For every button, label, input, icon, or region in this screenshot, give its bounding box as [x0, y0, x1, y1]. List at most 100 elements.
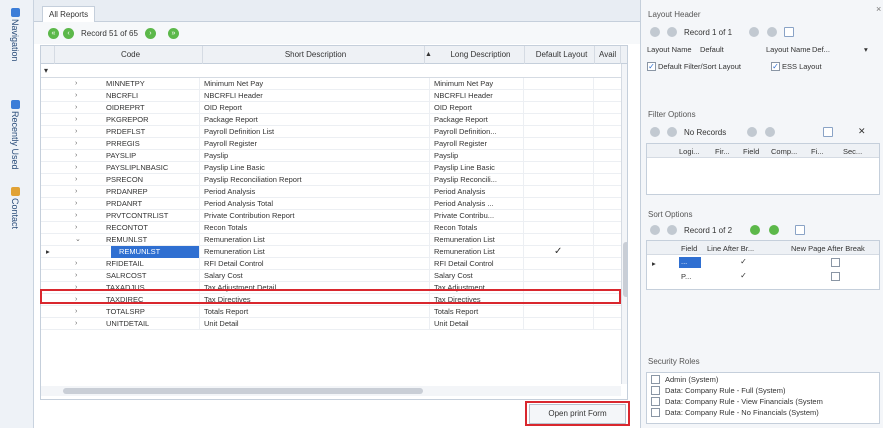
- ess-layout-checkbox[interactable]: ✓: [771, 62, 780, 71]
- grid-line: [523, 258, 524, 270]
- sort-field-cell[interactable]: ...: [679, 257, 701, 268]
- previous-record-icon[interactable]: [667, 127, 677, 137]
- table-row[interactable]: › PKGREPOR Package Report Package Report: [41, 114, 621, 126]
- grid-line: [429, 198, 430, 210]
- table-row[interactable]: › PAYSLIPLNBASIC Payslip Line Basic Payslip…: [41, 162, 621, 174]
- sidebar-tab-recently-used[interactable]: Recently Used: [10, 100, 20, 170]
- table-row[interactable]: › MINNETPY Minimum Net Pay Minimum Net Pay: [41, 78, 621, 90]
- role-checkbox[interactable]: [651, 397, 660, 406]
- column-header-short-description[interactable]: Short Description: [203, 46, 425, 64]
- first-record-icon[interactable]: «: [48, 27, 59, 39]
- grid-line: [429, 246, 430, 258]
- default-layout-checkbox: [551, 102, 571, 114]
- expand-icon: ›: [75, 188, 78, 195]
- new-page-checkbox[interactable]: [831, 258, 840, 267]
- default-layout-checkbox: [551, 90, 571, 102]
- grid-line: [593, 246, 594, 258]
- column-header-long-description[interactable]: Long Description: [433, 46, 525, 64]
- grid-header: Code Short Description ▲ Long Descriptio…: [41, 46, 627, 64]
- expand-icon: ›: [75, 308, 78, 315]
- table-row[interactable]: › PAYSLIP Payslip Payslip: [41, 150, 621, 162]
- first-record-icon[interactable]: [650, 225, 660, 235]
- table-row[interactable]: › TOTALSRP Totals Report Totals Report: [41, 306, 621, 318]
- new-record-icon[interactable]: [795, 225, 805, 235]
- line-after-break-checkbox[interactable]: ✓: [739, 258, 748, 267]
- table-row[interactable]: › PRVTCONTRLIST Private Contribution Repor…: [41, 210, 621, 222]
- sort-column-header[interactable]: Field: [681, 244, 697, 253]
- table-row[interactable]: REMUNLST Remuneration List Remuneration Li…: [41, 246, 621, 258]
- filter-row[interactable]: ▾: [41, 64, 627, 78]
- long-description-cell: Salary Cost: [434, 271, 473, 280]
- tab-all-reports[interactable]: All Reports: [42, 6, 96, 23]
- role-checkbox[interactable]: [651, 408, 660, 417]
- grid-line: [199, 126, 200, 138]
- next-record-icon[interactable]: ›: [144, 27, 156, 39]
- filter-column-header[interactable]: Fir...: [715, 147, 730, 156]
- filter-column-header[interactable]: Sec...: [843, 147, 862, 156]
- table-row[interactable]: ⌄ REMUNLST Remuneration List Remuneration L…: [41, 234, 621, 246]
- line-after-break-checkbox[interactable]: ✓: [739, 272, 748, 281]
- close-icon[interactable]: ×: [876, 4, 881, 14]
- sort-column-header[interactable]: Line After Br...: [707, 244, 754, 253]
- default-filter-checkbox[interactable]: ✓: [647, 62, 656, 71]
- default-layout-checkbox: [551, 258, 571, 270]
- table-row[interactable]: › PSRECON Payslip Reconciliation Report Pay…: [41, 174, 621, 186]
- filter-column-header[interactable]: Logi...: [679, 147, 699, 156]
- grid-line: [593, 270, 594, 282]
- last-record-icon[interactable]: [769, 225, 779, 235]
- layout-name-value[interactable]: Default: [700, 45, 724, 54]
- table-row[interactable]: › PRDEFLST Payroll Definition List Payroll …: [41, 126, 621, 138]
- vertical-scrollbar[interactable]: [621, 64, 627, 384]
- last-record-icon[interactable]: [765, 127, 775, 137]
- horizontal-scrollbar[interactable]: [41, 386, 621, 396]
- grid-line: [199, 270, 200, 282]
- previous-record-icon[interactable]: ‹: [63, 27, 74, 39]
- short-description-cell: Salary Cost: [204, 271, 243, 280]
- first-record-icon[interactable]: [650, 27, 660, 37]
- last-record-icon[interactable]: »: [167, 27, 179, 39]
- role-checkbox[interactable]: [651, 375, 660, 384]
- short-description-cell: Package Report: [204, 115, 258, 124]
- layout-name-dropdown[interactable]: Def...: [812, 45, 830, 54]
- sort-column-header[interactable]: New Page After Break: [791, 244, 865, 253]
- default-layout-checkbox: [551, 150, 571, 162]
- sort-field-cell[interactable]: P...: [681, 272, 691, 281]
- short-description-cell: Remuneration List: [204, 247, 265, 256]
- next-record-icon[interactable]: [747, 127, 757, 137]
- previous-record-icon[interactable]: [667, 225, 677, 235]
- role-checkbox[interactable]: [651, 386, 660, 395]
- last-record-icon[interactable]: [767, 27, 777, 37]
- new-page-checkbox[interactable]: [831, 272, 840, 281]
- new-record-icon[interactable]: [823, 127, 833, 137]
- previous-record-icon[interactable]: [667, 27, 677, 37]
- column-header-default-layout[interactable]: Default Layout: [525, 46, 595, 64]
- table-row[interactable]: › SALRCOST Salary Cost Salary Cost: [41, 270, 621, 282]
- table-row[interactable]: › PRREGIS Payroll Register Payroll Register: [41, 138, 621, 150]
- table-row[interactable]: › NBCRFLI NBCRFLI Header NBCRFLI Header: [41, 90, 621, 102]
- filter-column-header[interactable]: Comp...: [771, 147, 797, 156]
- filter-column-header[interactable]: Fi...: [811, 147, 824, 156]
- table-row[interactable]: › OIDREPRT OID Report OID Report: [41, 102, 621, 114]
- side-navigation: Navigation Recently Used Contact: [0, 0, 34, 428]
- expand-icon: ›: [75, 260, 78, 267]
- sidebar-tab-navigation[interactable]: Navigation: [10, 8, 20, 62]
- first-record-icon[interactable]: [650, 127, 660, 137]
- column-header-code[interactable]: Code: [55, 46, 203, 64]
- table-row[interactable]: › PRDANRT Period Analysis Total Period Anal…: [41, 198, 621, 210]
- column-header-avail[interactable]: Avail: [595, 46, 621, 64]
- table-row[interactable]: › UNITDETAIL Unit Detail Unit Detail: [41, 318, 621, 330]
- expand-icon: ›: [75, 212, 78, 219]
- delete-icon[interactable]: ✕: [858, 126, 866, 137]
- scrollbar-thumb[interactable]: [63, 388, 423, 394]
- table-row[interactable]: › RECONTOT Recon Totals Recon Totals: [41, 222, 621, 234]
- next-record-icon[interactable]: [749, 27, 759, 37]
- sidebar-tab-contact[interactable]: Contact: [10, 187, 20, 229]
- default-layout-checkbox: [551, 138, 571, 150]
- scrollbar-thumb[interactable]: [623, 242, 627, 297]
- new-record-icon[interactable]: [784, 27, 794, 37]
- dropdown-arrow-icon[interactable]: ▾: [864, 45, 868, 54]
- table-row[interactable]: › RFIDETAIL RFI Detail Control RFI Detail C…: [41, 258, 621, 270]
- table-row[interactable]: › PRDANREP Period Analysis Period Analysis: [41, 186, 621, 198]
- filter-column-header[interactable]: Field: [743, 147, 759, 156]
- next-record-icon[interactable]: [750, 225, 760, 235]
